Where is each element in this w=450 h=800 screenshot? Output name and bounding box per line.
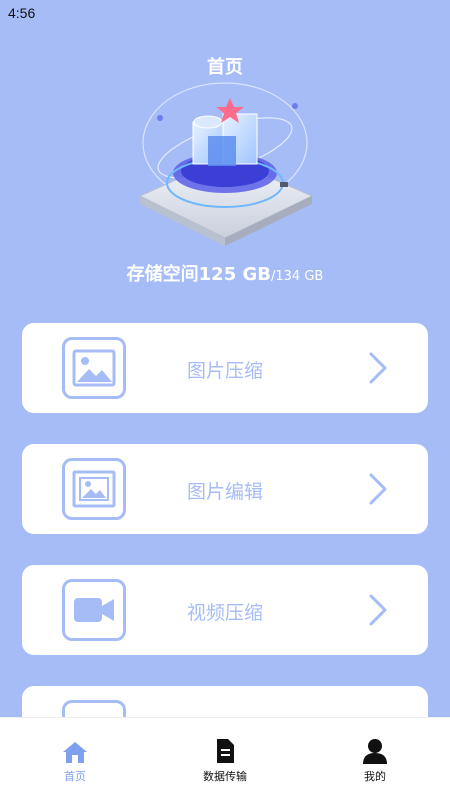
storage-info: 存储空间125 GB/134 GB: [0, 260, 450, 286]
video-compress-card[interactable]: 视频压缩: [22, 565, 428, 655]
chevron-right-icon: [369, 352, 387, 384]
chevron-right-icon: [369, 594, 387, 626]
file-icon: [170, 736, 280, 764]
tab-home[interactable]: 首页: [20, 736, 130, 784]
tab-data-transfer-label: 数据传输: [203, 770, 247, 783]
tab-data-transfer[interactable]: 数据传输: [170, 736, 280, 784]
storage-label: 存储空间: [126, 264, 199, 285]
tab-mine[interactable]: 我的: [320, 736, 430, 784]
person-icon: [320, 736, 430, 764]
bottom-tab-bar: 首页 数据传输 我的: [0, 717, 450, 800]
home-icon: [20, 736, 130, 764]
image-edit-card[interactable]: 图片编辑: [22, 444, 428, 534]
status-time: 4:56: [8, 5, 36, 21]
image-compress-card[interactable]: 图片压缩: [22, 323, 428, 413]
status-bar: 4:56: [0, 0, 450, 26]
storage-used: 125 GB: [198, 264, 271, 285]
storage-illustration: [138, 82, 314, 246]
tab-mine-label: 我的: [364, 770, 386, 783]
storage-total: 134 GB: [275, 269, 324, 284]
page-title: 首页: [207, 57, 243, 78]
chevron-right-icon: [369, 473, 387, 505]
tab-home-label: 首页: [64, 770, 86, 783]
